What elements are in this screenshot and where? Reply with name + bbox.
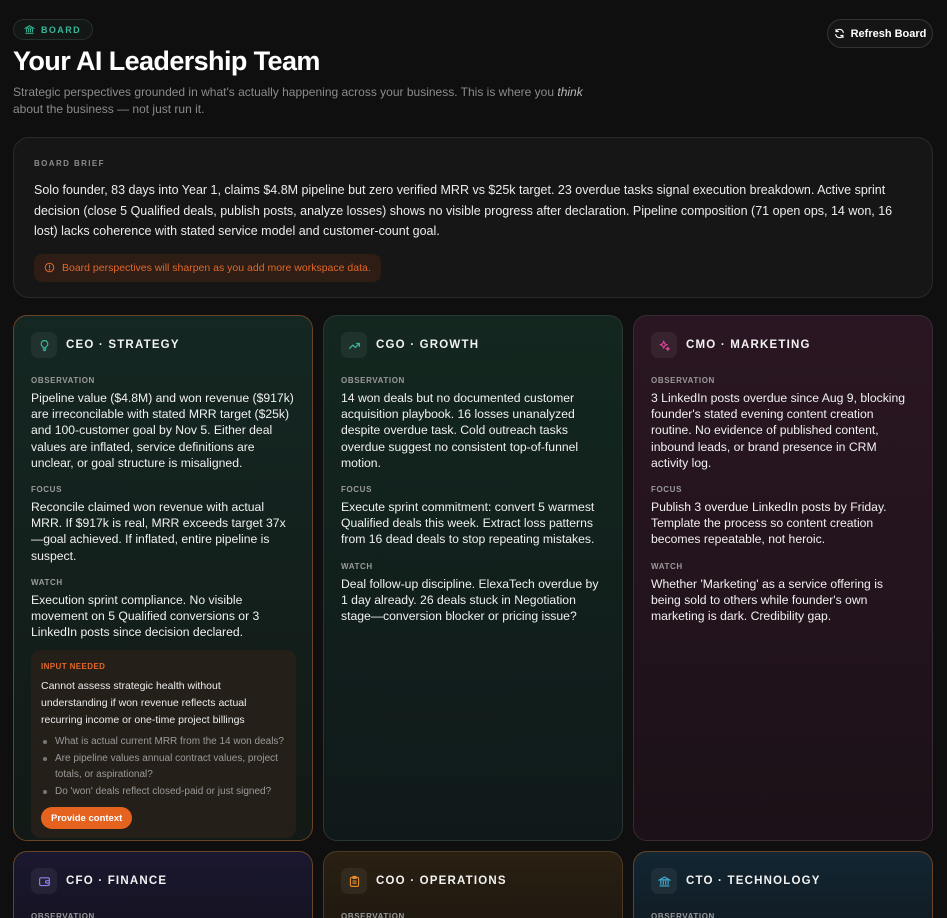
card-header: CMO · MARKETING <box>651 332 915 358</box>
watch-text: Execution sprint compliance. No visible … <box>31 592 260 640</box>
board-badge-label: BOARD <box>41 24 81 35</box>
focus-label: FOCUS <box>651 485 682 495</box>
lightbulb-icon <box>40 339 48 351</box>
input-needed-text: Cannot assess strategic health without u… <box>41 680 247 727</box>
data-warning-text: Board perspectives will sharpen as you a… <box>62 261 371 274</box>
input-needed-panel: INPUT NEEDED Cannot assess strategic hea… <box>31 650 296 839</box>
watch-text: Deal follow-up discipline. ElexaTech ove… <box>341 576 599 624</box>
observation-text: 3 LinkedIn posts overdue since Aug 9, bl… <box>651 391 906 470</box>
watch-text: Whether 'Marketing' as a service offerin… <box>651 576 884 624</box>
focus-text: Publish 3 overdue LinkedIn posts by Frid… <box>651 500 887 547</box>
trending-up-icon <box>348 342 360 349</box>
observation-label: OBSERVATION <box>651 376 715 385</box>
page-subtitle: Strategic perspectives grounded in what'… <box>13 84 593 118</box>
card-title: CTO · TECHNOLOGY <box>686 875 821 887</box>
focus-label: FOCUS <box>341 485 372 495</box>
watch-label: WATCH <box>651 561 683 571</box>
card-header: CFO · FINANCE <box>31 868 295 894</box>
building-icon <box>657 875 671 887</box>
cmo-marketing-card: CMO · MARKETING OBSERVATION 3 LinkedIn p… <box>633 315 933 841</box>
subtitle-text-start: Strategic perspectives grounded in what'… <box>13 85 558 99</box>
card-header: COO · OPERATIONS <box>341 868 605 894</box>
observation-label: OBSERVATION <box>341 912 405 918</box>
observation-label: OBSERVATION <box>31 912 95 918</box>
ceo-strategy-card: CEO · STRATEGY OBSERVATION Pipeline valu… <box>13 315 313 841</box>
input-questions-list: What is actual current MRR from the 14 w… <box>41 734 286 800</box>
coo-icon-box <box>341 868 367 894</box>
focus-text: Execute sprint commitment: convert 5 war… <box>341 500 595 547</box>
board-page: BOARD Refresh Board Your AI Leadership T… <box>0 0 947 918</box>
card-header: CEO · STRATEGY <box>31 332 295 358</box>
observation-label: OBSERVATION <box>341 376 405 385</box>
board-brief-panel: BOARD BRIEF Solo founder, 83 days into Y… <box>13 137 933 298</box>
input-question: Do 'won' deals reflect closed-paid or ju… <box>41 784 286 801</box>
page-title: Your AI Leadership Team <box>13 46 320 76</box>
subtitle-emphasis: think <box>557 85 583 99</box>
focus-text: Reconcile claimed won revenue with actua… <box>31 500 286 563</box>
data-warning-banner: Board perspectives will sharpen as you a… <box>34 253 381 282</box>
cto-technology-card: CTO · TECHNOLOGY OBSERVATION <box>633 851 933 918</box>
cmo-icon-box <box>651 332 677 358</box>
cgo-growth-card: CGO · GROWTH OBSERVATION 14 won deals bu… <box>323 315 623 841</box>
input-question: Are pipeline values annual contract valu… <box>41 751 286 784</box>
card-title: CFO · FINANCE <box>66 875 168 887</box>
observation-text: 14 won deals but no documented customer … <box>341 391 579 470</box>
board-badge: BOARD <box>13 19 93 40</box>
cfo-icon-box <box>31 868 57 894</box>
board-brief-label: BOARD BRIEF <box>34 159 105 168</box>
wallet-icon <box>38 876 50 886</box>
sparkles-icon <box>659 340 670 351</box>
alert-circle-icon <box>44 262 55 273</box>
observation-text: Pipeline value ($4.8M) and won revenue (… <box>31 391 294 470</box>
subtitle-text-end: about the business — not just run it. <box>13 102 205 116</box>
card-header: CTO · TECHNOLOGY <box>651 868 915 894</box>
input-question: What is actual current MRR from the 14 w… <box>41 734 286 751</box>
ceo-icon-box <box>31 332 57 358</box>
refresh-board-button[interactable]: Refresh Board <box>827 19 933 48</box>
observation-label: OBSERVATION <box>31 376 95 385</box>
card-title: CMO · MARKETING <box>686 339 811 351</box>
coo-operations-card: COO · OPERATIONS OBSERVATION <box>323 851 623 918</box>
card-header: CGO · GROWTH <box>341 332 605 358</box>
observation-label: OBSERVATION <box>651 912 715 918</box>
refresh-board-label: Refresh Board <box>850 27 927 40</box>
card-title: CGO · GROWTH <box>376 339 480 351</box>
watch-label: WATCH <box>31 577 63 587</box>
cgo-icon-box <box>341 332 367 358</box>
provide-context-button[interactable]: Provide context <box>41 807 133 830</box>
board-brief-text: Solo founder, 83 days into Year 1, claim… <box>34 183 893 238</box>
focus-label: FOCUS <box>31 485 62 495</box>
cfo-finance-card: CFO · FINANCE OBSERVATION <box>13 851 313 918</box>
card-title: COO · OPERATIONS <box>376 875 507 887</box>
card-title: CEO · STRATEGY <box>66 339 180 351</box>
clipboard-icon <box>349 875 359 887</box>
watch-label: WATCH <box>341 561 373 571</box>
cto-icon-box <box>651 868 677 894</box>
input-needed-label: INPUT NEEDED <box>41 662 106 672</box>
bank-icon <box>24 25 35 34</box>
refresh-icon <box>834 28 844 39</box>
